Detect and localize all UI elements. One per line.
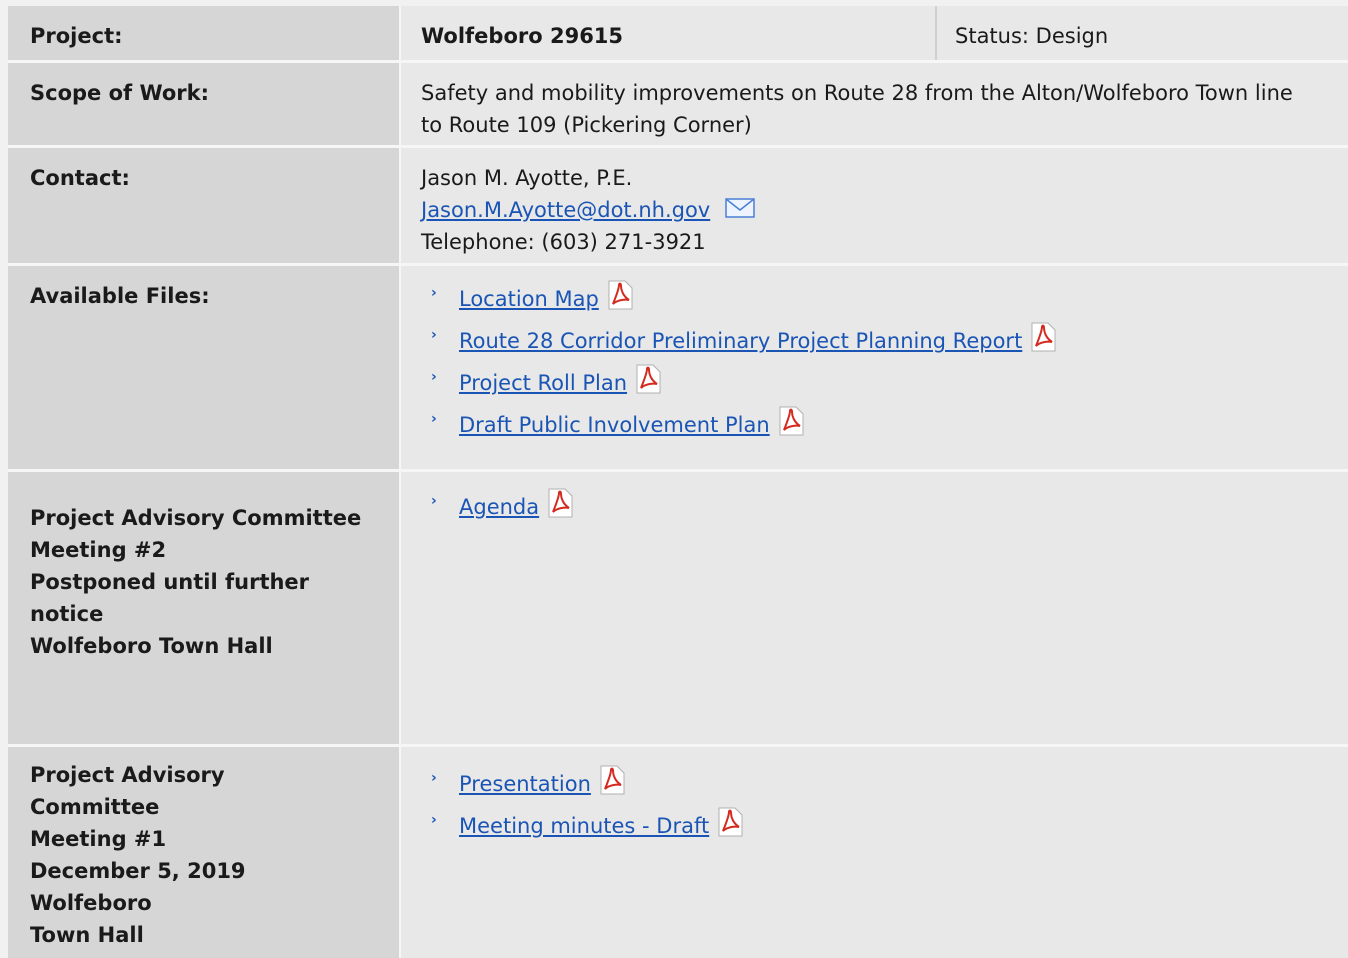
available-files-list: › Location Map › Route 28 Corridor Preli… xyxy=(421,278,1334,446)
chevron-right-icon: › xyxy=(431,493,437,509)
meeting-2-row: Project Advisory Committee Meeting #2 Po… xyxy=(8,472,1348,744)
pdf-icon[interactable] xyxy=(547,488,573,518)
chevron-right-icon: › xyxy=(431,770,437,786)
scope-value-cell: Safety and mobility improvements on Rout… xyxy=(401,63,1348,145)
meeting-1-files-cell: › Presentation › Meeting minutes - Draft xyxy=(401,747,1348,958)
pdf-icon[interactable] xyxy=(635,364,661,394)
meeting-1-label-line: Town Hall xyxy=(30,923,144,947)
meeting-1-label-line: December 5, 2019 xyxy=(30,859,246,883)
available-files-cell: › Location Map › Route 28 Corridor Preli… xyxy=(401,266,1348,469)
meeting-1-label-line: Wolfeboro xyxy=(30,891,152,915)
meeting-2-label-line: notice xyxy=(30,602,104,626)
scope-row: Scope of Work: Safety and mobility impro… xyxy=(8,63,1348,145)
contact-label: Contact: xyxy=(8,148,401,263)
pdf-icon[interactable] xyxy=(607,280,633,310)
contact-value-cell: Jason M. Ayotte, P.E. Jason.M.Ayotte@dot… xyxy=(401,148,1348,263)
pdf-icon[interactable] xyxy=(599,765,625,795)
list-item: › Agenda xyxy=(421,486,1334,528)
meeting-1-label: Project Advisory Committee Meeting #1 De… xyxy=(8,747,401,958)
contact-name: Jason M. Ayotte, P.E. xyxy=(421,166,633,190)
list-item: › Meeting minutes - Draft xyxy=(421,805,1334,847)
chevron-right-icon: › xyxy=(431,812,437,828)
chevron-right-icon: › xyxy=(431,327,437,343)
meeting-2-label: Project Advisory Committee Meeting #2 Po… xyxy=(8,472,401,744)
pdf-icon[interactable] xyxy=(778,406,804,436)
meeting-1-files-list: › Presentation › Meeting minutes - Draft xyxy=(421,763,1334,847)
list-item: › Presentation xyxy=(421,763,1334,805)
file-link-roll-plan[interactable]: Project Roll Plan xyxy=(459,367,627,399)
meeting-1-label-line: Meeting #1 xyxy=(30,827,167,851)
scope-label: Scope of Work: xyxy=(8,63,401,145)
meeting-2-label-line: Postponed until further xyxy=(30,570,310,594)
file-link-meeting-minutes[interactable]: Meeting minutes - Draft xyxy=(459,810,709,842)
scope-text-line-1: Safety and mobility improvements on Rout… xyxy=(421,81,1293,105)
project-label: Project: xyxy=(8,6,401,60)
available-files-row: Available Files: › Location Map › Route … xyxy=(8,266,1348,469)
file-link-agenda[interactable]: Agenda xyxy=(459,491,539,523)
contact-phone: Telephone: (603) 271-3921 xyxy=(421,230,706,254)
chevron-right-icon: › xyxy=(431,369,437,385)
file-link-planning-report[interactable]: Route 28 Corridor Preliminary Project Pl… xyxy=(459,325,1022,357)
project-details-table: Project: Wolfeboro 29615 Status: Design … xyxy=(8,6,1348,958)
meeting-1-label-line: Project Advisory xyxy=(30,763,225,787)
file-link-location-map[interactable]: Location Map xyxy=(459,283,599,315)
list-item: › Project Roll Plan xyxy=(421,362,1334,404)
meeting-2-files-cell: › Agenda xyxy=(401,472,1348,744)
list-item: › Draft Public Involvement Plan xyxy=(421,404,1334,446)
chevron-right-icon: › xyxy=(431,285,437,301)
meeting-2-label-line: Wolfeboro Town Hall xyxy=(30,634,273,658)
file-link-presentation[interactable]: Presentation xyxy=(459,768,591,800)
project-status: Status: Design xyxy=(935,6,1108,60)
project-name: Wolfeboro 29615 xyxy=(421,24,624,48)
pdf-icon[interactable] xyxy=(717,807,743,837)
contact-email-line: Jason.M.Ayotte@dot.nh.gov xyxy=(421,194,1334,226)
list-item: › Location Map xyxy=(421,278,1334,320)
available-files-label: Available Files: xyxy=(8,266,401,469)
envelope-icon[interactable] xyxy=(725,195,755,218)
contact-row: Contact: Jason M. Ayotte, P.E. Jason.M.A… xyxy=(8,148,1348,263)
list-item: › Route 28 Corridor Preliminary Project … xyxy=(421,320,1334,362)
meeting-1-label-line: Committee xyxy=(30,795,160,819)
meeting-1-row: Project Advisory Committee Meeting #1 De… xyxy=(8,747,1348,958)
chevron-right-icon: › xyxy=(431,411,437,427)
project-value-cell: Wolfeboro 29615 Status: Design xyxy=(401,6,1348,60)
meeting-2-files-list: › Agenda xyxy=(421,486,1334,528)
meeting-2-label-line: Project Advisory Committee xyxy=(30,506,362,530)
contact-email-link[interactable]: Jason.M.Ayotte@dot.nh.gov xyxy=(421,198,710,222)
scope-text-line-2: to Route 109 (Pickering Corner) xyxy=(421,113,752,137)
meeting-2-label-line: Meeting #2 xyxy=(30,538,167,562)
file-link-involvement-plan[interactable]: Draft Public Involvement Plan xyxy=(459,409,770,441)
pdf-icon[interactable] xyxy=(1030,322,1056,352)
project-row: Project: Wolfeboro 29615 Status: Design xyxy=(8,6,1348,60)
